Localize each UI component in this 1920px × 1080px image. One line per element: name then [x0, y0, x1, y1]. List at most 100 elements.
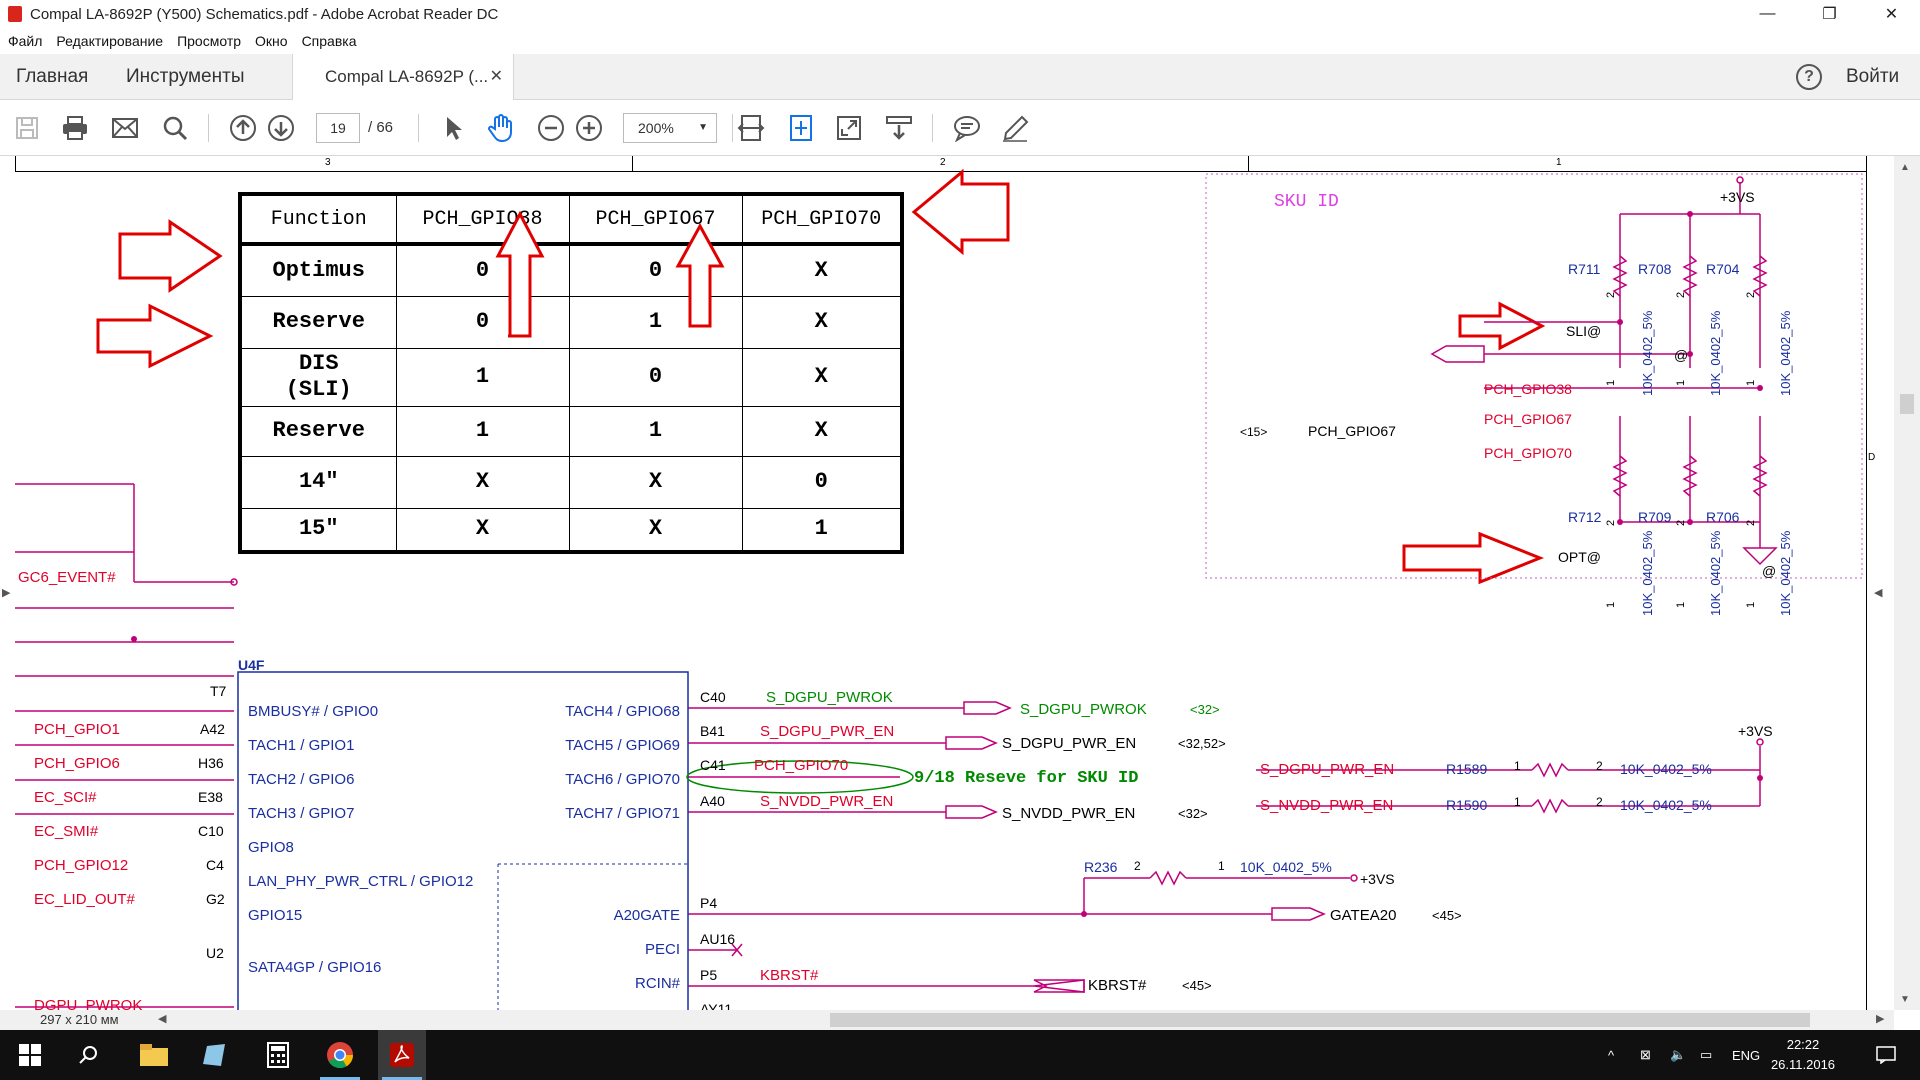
sku-title: SKU ID [1274, 192, 1339, 212]
vertical-scrollbar[interactable]: ▲ ▼ [1894, 156, 1920, 1010]
maximize-button[interactable]: ❐ [1802, 0, 1857, 28]
next-page-icon[interactable] [266, 113, 296, 143]
notifications-icon[interactable] [1876, 1030, 1896, 1080]
pin-number: 1 [1675, 380, 1687, 386]
file-explorer-icon[interactable] [130, 1030, 178, 1080]
net-label: EC_SCI# [34, 789, 97, 806]
prev-page-icon[interactable] [228, 113, 258, 143]
resistor-label: R706 [1706, 509, 1740, 525]
print-icon[interactable] [60, 113, 90, 143]
toolbar-separator [418, 114, 419, 142]
help-icon[interactable]: ? [1796, 64, 1822, 90]
minimize-button[interactable]: — [1740, 0, 1795, 28]
scroll-right-icon[interactable]: ▶ [1876, 1012, 1884, 1025]
chrome-icon[interactable] [316, 1030, 364, 1080]
menu-window[interactable]: Окно [255, 33, 288, 49]
calculator-icon[interactable] [254, 1030, 302, 1080]
chevron-up-icon[interactable]: ^ [1608, 1030, 1614, 1080]
tab-document[interactable]: Compal LA-8692P (... ✕ [292, 54, 514, 101]
network-icon[interactable]: ⊠ [1640, 1030, 1651, 1080]
acrobat-taskbar-icon[interactable] [378, 1030, 426, 1080]
zoom-out-icon[interactable] [536, 113, 566, 143]
sku-frame [1205, 173, 1863, 579]
toolbar-separator [932, 114, 933, 142]
net-label: PCH_GPIO70 [1484, 445, 1572, 461]
save-icon[interactable] [12, 113, 42, 143]
power-icon[interactable]: ▭ [1700, 1030, 1712, 1080]
resistor-label: R712 [1568, 509, 1602, 525]
full-screen-icon[interactable] [834, 113, 864, 143]
volume-icon[interactable]: 🔈 [1670, 1030, 1686, 1080]
language-indicator[interactable]: ENG [1732, 1030, 1760, 1080]
title-bar: Compal LA-8692P (Y500) Schematics.pdf - … [0, 0, 1920, 28]
pin-number: 1 [1218, 859, 1225, 873]
app-icon[interactable] [190, 1030, 238, 1080]
tab-home[interactable]: Главная [16, 54, 88, 100]
tab-bar: Главная Инструменты Compal LA-8692P (...… [0, 54, 1920, 101]
search-icon[interactable] [64, 1030, 112, 1080]
vcc-label: +3VS [1720, 189, 1755, 205]
toolbar-separator [208, 114, 209, 142]
scroll-track[interactable] [160, 1013, 1870, 1027]
sign-icon[interactable] [1000, 113, 1030, 143]
ref-label: <32> [1178, 806, 1208, 821]
pin-label: C41 [700, 757, 726, 773]
net-label: KBRST# [760, 967, 819, 984]
login-button[interactable]: Войти [1846, 54, 1899, 100]
acrobat-icon [8, 6, 22, 22]
net-label: S_DGPU_PWROK [766, 689, 893, 706]
pin-label: U2 [206, 945, 224, 961]
taskbar: ^ ⊠ 🔈 ▭ ENG 22:22 26.11.2016 [0, 1030, 1920, 1080]
menu-view[interactable]: Просмотр [177, 33, 241, 49]
pin-number: 1 [1514, 795, 1521, 809]
tab-tools[interactable]: Инструменты [126, 54, 244, 100]
left-panel-toggle-icon[interactable]: ▶ [2, 586, 10, 599]
net-label: EC_SMI# [34, 823, 99, 840]
resistor-label: R711 [1568, 261, 1601, 277]
chip-pin-left: LAN_PHY_PWR_CTRL / GPIO12 [248, 873, 473, 890]
fit-page-icon[interactable] [786, 113, 816, 143]
net-label: KBRST# [1088, 977, 1147, 994]
scroll-up-icon[interactable]: ▲ [1900, 162, 1910, 173]
pin-number: 2 [1596, 759, 1603, 773]
menu-file[interactable]: Файл [8, 33, 42, 49]
pin-label: AY11 [700, 1001, 732, 1010]
page-number-input[interactable]: 19 [316, 113, 360, 143]
sli-label: SLI@ [1566, 323, 1601, 339]
document-view[interactable]: 3 2 1 D Function PCH_GPIO38 PCH_GPIO67 P… [0, 156, 1894, 1010]
close-tab-icon[interactable]: ✕ [490, 54, 503, 100]
system-clock[interactable]: 22:22 26.11.2016 [1768, 1035, 1838, 1075]
fit-width-icon[interactable] [736, 113, 766, 143]
pin-label: AU16 [700, 931, 735, 947]
ref-label: <15> [1240, 425, 1267, 439]
zoom-select[interactable]: 200% ▼ [623, 113, 717, 143]
resistor-label: R1590 [1446, 797, 1487, 813]
hand-tool-icon[interactable] [486, 113, 516, 143]
windows-start-icon[interactable] [6, 1030, 54, 1080]
resistor-value: 10K_0402_5% [1620, 797, 1712, 813]
pin-number: 1 [1514, 759, 1521, 773]
pin-number: 2 [1675, 292, 1687, 298]
red-arrow-icon [118, 219, 223, 293]
horizontal-scrollbar[interactable]: 297 x 210 мм ◀ ▶ [0, 1010, 1894, 1030]
scroll-down-icon[interactable]: ▼ [1900, 994, 1910, 1005]
zoom-in-icon[interactable] [574, 113, 604, 143]
at-label: @ [1762, 563, 1776, 579]
email-icon[interactable] [110, 113, 140, 143]
comment-icon[interactable] [952, 113, 982, 143]
annotation-note: 9/18 Reseve for SKU ID [914, 769, 1138, 788]
pin-number: 2 [1596, 795, 1603, 809]
close-button[interactable]: ✕ [1864, 0, 1919, 28]
resistor-value: 10K_0402_5% [1640, 310, 1655, 396]
search-icon[interactable] [160, 113, 190, 143]
ref-label: <32,52> [1178, 736, 1226, 751]
pin-label: G2 [206, 891, 225, 907]
scroll-mode-icon[interactable] [884, 113, 914, 143]
menu-edit[interactable]: Редактирование [56, 33, 163, 49]
right-panel-toggle-icon[interactable]: ◀ [1874, 586, 1882, 599]
net-label: PCH_GPIO6 [34, 755, 120, 772]
menu-help[interactable]: Справка [302, 33, 357, 49]
scroll-thumb[interactable] [830, 1013, 1810, 1027]
scroll-thumb[interactable] [1900, 394, 1914, 414]
select-cursor-icon[interactable] [438, 113, 468, 143]
